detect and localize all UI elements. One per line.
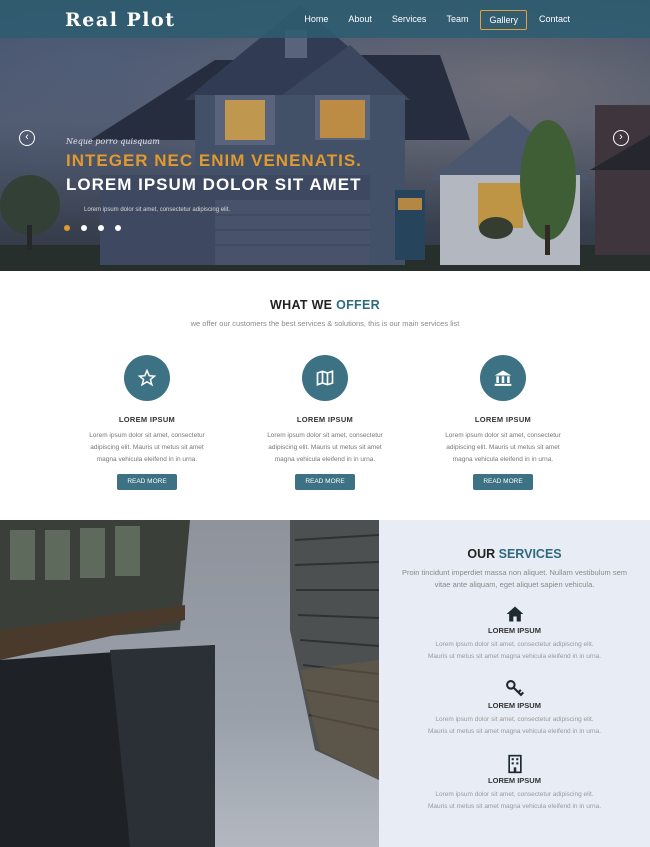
nav-gallery[interactable]: Gallery (480, 10, 527, 30)
offer-card: LOREM IPSUM Lorem ipsum dolor sit amet, … (423, 355, 583, 490)
service-item-text: Lorem ipsum dolor sit amet, consectetur … (379, 639, 650, 663)
buildings-illustration (0, 520, 379, 847)
text-line: magna vehicula eleifend in in urna. (274, 456, 376, 463)
read-more-button[interactable]: READ MORE (473, 474, 533, 490)
text-line: Lorem ipsum dolor sit amet, consectetur … (435, 641, 594, 648)
service-item: LOREM IPSUM Lorem ipsum dolor sit amet, … (379, 604, 650, 663)
brand-logo[interactable]: Real Plot (65, 9, 175, 31)
text-line: Lorem ipsum dolor sit amet, consectetur … (435, 791, 594, 798)
map-icon (302, 355, 348, 401)
offer-subtitle: we offer our customers the best services… (190, 319, 460, 328)
navbar: Real Plot Home About Services Team Galle… (0, 0, 650, 38)
bank-icon (480, 355, 526, 401)
text-line: Lorem ipsum dolor sit amet, consectetur (267, 432, 383, 439)
read-more-button[interactable]: READ MORE (117, 474, 177, 490)
text-line: adipiscing elit. Mauris ut metus sit ame… (268, 444, 382, 451)
text-line: Lorem ipsum dolor sit amet, consectetur … (435, 716, 594, 723)
offer-card: LOREM IPSUM Lorem ipsum dolor sit amet, … (245, 355, 405, 490)
hero-kicker: Neque porro quisquam (66, 137, 160, 146)
buildings-image (0, 520, 379, 847)
offer-card-text: Lorem ipsum dolor sit amet, consectetur … (245, 430, 405, 466)
key-icon (505, 679, 525, 699)
text-line: adipiscing elit. Mauris ut metus sit ame… (446, 444, 560, 451)
home-icon (505, 604, 525, 624)
nav-team[interactable]: Team (438, 10, 476, 30)
service-item: LOREM IPSUM Lorem ipsum dolor sit amet, … (379, 679, 650, 738)
service-item-title: LOREM IPSUM (488, 776, 541, 785)
hero-text: Lorem ipsum dolor sit amet, consectetur … (84, 207, 231, 213)
text-line: Lorem ipsum dolor sit amet, consectetur (445, 432, 561, 439)
offer-card-title: LOREM IPSUM (118, 415, 176, 424)
slider-dot[interactable] (64, 225, 70, 231)
text-line: Mauris ut metus sit amet magna vehicula … (427, 803, 602, 810)
service-item: LOREM IPSUM Lorem ipsum dolor sit amet, … (379, 754, 650, 813)
service-item-text: Lorem ipsum dolor sit amet, consectetur … (379, 789, 650, 813)
offer-card-text: Lorem ipsum dolor sit amet, consectetur … (423, 430, 583, 466)
nav-services[interactable]: Services (384, 10, 435, 30)
chevron-left-icon[interactable]: ‹ (19, 130, 35, 146)
services-title-accent: SERVICES (498, 547, 562, 561)
building-icon (505, 754, 525, 774)
nav-about[interactable]: About (340, 10, 380, 30)
offer-card: LOREM IPSUM Lorem ipsum dolor sit amet, … (67, 355, 227, 490)
service-item-title: LOREM IPSUM (488, 626, 541, 635)
text-line: magna vehicula eleifend in in urna. (452, 456, 554, 463)
text-line: magna vehicula eleifend in in urna. (96, 456, 198, 463)
text-line: adipiscing elit. Mauris ut metus sit ame… (90, 444, 204, 451)
hero-title: INTEGER NEC ENIM VENENATIS. (66, 151, 362, 170)
offer-title: WHAT WE OFFER (0, 298, 650, 312)
nav-contact[interactable]: Contact (531, 10, 578, 30)
text-line: Lorem ipsum dolor sit amet, consectetur (89, 432, 205, 439)
text-line: Mauris ut metus sit amet magna vehicula … (427, 653, 602, 660)
text-line: Mauris ut metus sit amet magna vehicula … (427, 728, 602, 735)
hero-subtitle: LOREM IPSUM DOLOR SIT AMET (66, 175, 362, 194)
slider-dot[interactable] (115, 225, 121, 231)
chevron-right-icon[interactable]: › (613, 130, 629, 146)
star-icon (124, 355, 170, 401)
read-more-button[interactable]: READ MORE (295, 474, 355, 490)
nav-home[interactable]: Home (296, 10, 336, 30)
main-nav: Home About Services Team Gallery Contact (292, 10, 578, 30)
service-item-text: Lorem ipsum dolor sit amet, consectetur … (379, 714, 650, 738)
hero-slider: Real Plot Home About Services Team Galle… (0, 0, 650, 271)
slider-dot[interactable] (81, 225, 87, 231)
services-panel: OUR SERVICES Proin tincidunt imperdiet m… (379, 520, 650, 847)
offer-card-title: LOREM IPSUM (296, 415, 354, 424)
slider-dot[interactable] (98, 225, 104, 231)
offer-title-prefix: WHAT WE (270, 298, 337, 312)
offer-card-title: LOREM IPSUM (474, 415, 532, 424)
offer-card-text: Lorem ipsum dolor sit amet, consectetur … (67, 430, 227, 466)
service-item-title: LOREM IPSUM (488, 701, 541, 710)
services-subtitle: Proin tincidunt imperdiet massa non aliq… (401, 568, 628, 589)
slider-dots (64, 225, 121, 231)
services-title-prefix: OUR (467, 547, 499, 561)
services-title: OUR SERVICES (379, 547, 650, 561)
offer-title-accent: OFFER (336, 298, 380, 312)
